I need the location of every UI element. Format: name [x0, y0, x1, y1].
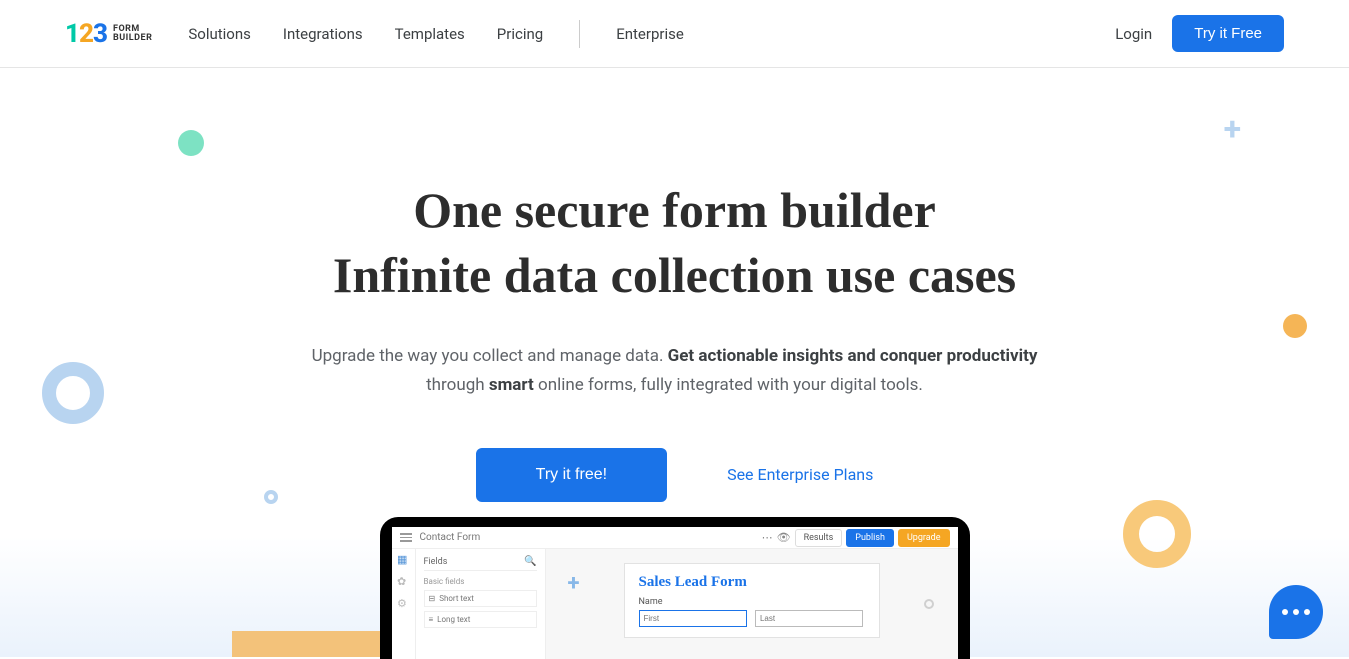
hero-title: One secure form builder Infinite data co…	[0, 178, 1349, 308]
results-button: Results	[795, 529, 843, 547]
fields-panel: Fields 🔍 Basic fields ⊟Short text ≡Long …	[416, 549, 546, 659]
form-preview-card: Sales Lead Form Name	[624, 563, 880, 638]
preview-icon: 👁	[777, 531, 791, 544]
upgrade-button: Upgrade	[898, 529, 950, 547]
hero-subtitle: Upgrade the way you collect and manage d…	[295, 342, 1055, 400]
nav-solutions[interactable]: Solutions	[188, 25, 251, 43]
decorative-photo	[232, 631, 382, 657]
first-name-input	[639, 610, 747, 627]
decorative-ring-orange-icon	[1123, 500, 1191, 568]
chat-dot-icon	[1282, 609, 1288, 615]
form-canvas: + Sales Lead Form Name	[546, 549, 958, 659]
publish-button: Publish	[846, 529, 894, 547]
nav-templates[interactable]: Templates	[395, 25, 465, 43]
laptop-mockup: Contact Form ⋯ 👁 Results Publish Upgrade…	[380, 517, 970, 659]
chat-widget-button[interactable]	[1269, 585, 1323, 639]
brand-logo[interactable]: 123 FORMBUILDER	[65, 19, 152, 49]
app-title: Contact Form	[420, 532, 481, 543]
nav-divider	[579, 20, 580, 48]
design-tab-icon: ✿	[397, 575, 409, 587]
app-toolbar: Contact Form ⋯ 👁 Results Publish Upgrade	[392, 527, 958, 549]
add-field-icon: +	[568, 571, 580, 596]
try-free-button[interactable]: Try it Free	[1172, 15, 1284, 52]
field-long-text: ≡Long text	[424, 611, 537, 628]
nav-pricing[interactable]: Pricing	[497, 25, 543, 43]
fields-panel-title: Fields	[424, 557, 448, 567]
login-link[interactable]: Login	[1115, 25, 1152, 43]
chat-dot-icon	[1304, 609, 1310, 615]
laptop-screen: Contact Form ⋯ 👁 Results Publish Upgrade…	[392, 527, 958, 659]
main-nav: Solutions Integrations Templates Pricing…	[188, 20, 683, 48]
hero-title-line2: Infinite data collection use cases	[333, 247, 1016, 303]
nav-integrations[interactable]: Integrations	[283, 25, 363, 43]
cta-row: Try it free! See Enterprise Plans	[0, 448, 1349, 502]
hamburger-icon	[400, 533, 412, 542]
enterprise-plans-link[interactable]: See Enterprise Plans	[727, 465, 873, 484]
last-name-input	[755, 610, 863, 627]
fields-tab-icon: ▦	[397, 553, 409, 565]
hero-title-line1: One secure form builder	[413, 182, 936, 238]
fields-subheading: Basic fields	[424, 577, 537, 586]
header-right: Login Try it Free	[1115, 15, 1284, 52]
hero-section: One secure form builder Infinite data co…	[0, 68, 1349, 502]
hero-try-free-button[interactable]: Try it free!	[476, 448, 667, 502]
nav-enterprise[interactable]: Enterprise	[616, 25, 684, 43]
side-icon-rail: ▦ ✿ ⚙	[392, 549, 416, 659]
canvas-deco-ring-icon	[924, 599, 934, 609]
logo-text: FORMBUILDER	[113, 25, 152, 43]
form-card-title: Sales Lead Form	[639, 574, 865, 591]
logo-digits: 123	[65, 19, 107, 49]
settings-dots-icon: ⋯	[762, 531, 773, 544]
field-short-text: ⊟Short text	[424, 590, 537, 607]
settings-tab-icon: ⚙	[397, 597, 409, 609]
name-field-label: Name	[639, 597, 865, 607]
site-header: 123 FORMBUILDER Solutions Integrations T…	[0, 0, 1349, 68]
chat-dot-icon	[1293, 609, 1299, 615]
search-icon: 🔍	[524, 556, 536, 567]
